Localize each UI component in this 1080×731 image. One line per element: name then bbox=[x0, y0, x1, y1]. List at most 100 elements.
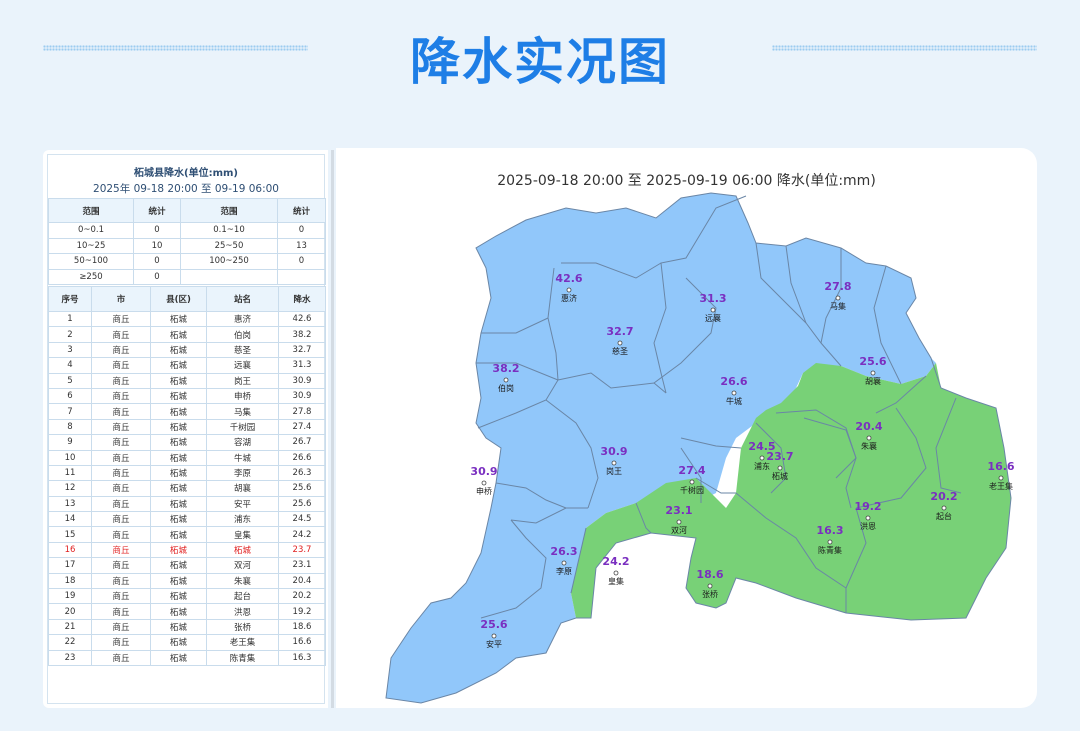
table-cell: 柘城 bbox=[150, 434, 207, 451]
station-dot bbox=[491, 633, 497, 639]
station-value: 30.9 bbox=[600, 445, 627, 458]
table-cell: 容湖 bbox=[206, 434, 279, 451]
table-row: 4 商丘 柘城 远襄 31.3 bbox=[48, 357, 326, 374]
station-marker: 24.2 皇集 bbox=[602, 555, 629, 586]
stats-row: 50~100 0 100~250 0 bbox=[48, 253, 326, 270]
table-row: 18 商丘 柘城 朱襄 20.4 bbox=[48, 572, 326, 590]
table-row: 16 商丘 柘城 柘城 23.7 bbox=[48, 541, 326, 559]
table-cell: 商丘 bbox=[91, 495, 151, 513]
station-value: 16.6 bbox=[987, 460, 1014, 473]
table-cell: 柘城 bbox=[150, 418, 207, 436]
stats-header-cell: 范围 bbox=[180, 198, 278, 223]
table-cell: 26.6 bbox=[278, 449, 326, 466]
table-cell: 商丘 bbox=[91, 372, 151, 389]
station-name: 安平 bbox=[486, 639, 502, 649]
station-dot bbox=[710, 307, 716, 313]
station-dot bbox=[865, 515, 871, 521]
table-cell: 商丘 bbox=[91, 541, 151, 559]
station-name: 皇集 bbox=[608, 576, 624, 586]
table-header-cell: 站名 bbox=[206, 286, 279, 312]
stats-header-cell: 统计 bbox=[277, 198, 326, 223]
station-rainfall-table: 序号市县(区) 站名 降水 1 商丘 柘城 惠济 42.6 2 商丘 柘城 伯岗 38.2 3 商丘 柘城慈… bbox=[48, 286, 326, 666]
stats-cell: 0 bbox=[133, 222, 181, 239]
stats-header-cell: 范围 bbox=[48, 198, 134, 223]
table-cell: 19 bbox=[48, 588, 92, 605]
station-dot bbox=[503, 377, 509, 383]
table-header-cell: 序号 bbox=[48, 286, 92, 312]
table-row: 1 商丘 柘城 惠济 42.6 bbox=[48, 310, 326, 328]
header-divider-right bbox=[772, 45, 1037, 51]
station-name: 千树园 bbox=[680, 485, 704, 495]
station-dot bbox=[866, 435, 872, 441]
table-cell: 30.9 bbox=[278, 387, 326, 405]
stats-cell: 10 bbox=[133, 237, 181, 254]
station-name: 申桥 bbox=[476, 486, 492, 496]
station-dot bbox=[941, 505, 947, 511]
stats-cell: 0 bbox=[133, 253, 181, 270]
station-name: 慈圣 bbox=[612, 346, 628, 356]
table-cell: 柘城 bbox=[150, 403, 207, 420]
table-cell: 30.9 bbox=[278, 372, 326, 389]
table-cell: 3 bbox=[48, 341, 92, 359]
station-name: 陈青集 bbox=[818, 545, 842, 555]
station-value: 27.8 bbox=[824, 280, 851, 293]
station-name: 惠济 bbox=[561, 293, 577, 303]
table-cell: 19.2 bbox=[278, 603, 326, 620]
table-row: 15 商丘 柘城 皇集 24.2 bbox=[48, 526, 326, 543]
station-value: 26.3 bbox=[550, 545, 577, 558]
table-cell: 14 bbox=[48, 511, 92, 528]
table-cell: 商丘 bbox=[91, 634, 151, 651]
table-cell: 17 bbox=[48, 557, 92, 574]
table-row: 13 商丘 柘城 安平 25.6 bbox=[48, 495, 326, 513]
stats-row: 10~25 10 25~50 13 bbox=[48, 237, 326, 254]
table-cell: 柘城 bbox=[150, 480, 207, 497]
table-cell: 13 bbox=[48, 495, 92, 513]
table-cell: 2 bbox=[48, 326, 92, 343]
table-cell: 38.2 bbox=[278, 326, 326, 343]
table-cell: 柘城 bbox=[150, 511, 207, 528]
table-cell: 远襄 bbox=[206, 357, 279, 374]
table-cell: 9 bbox=[48, 434, 92, 451]
table-cell: 朱襄 bbox=[206, 572, 279, 590]
stats-cell: 0 bbox=[133, 268, 181, 285]
stats-cell: ≥250 bbox=[48, 268, 134, 285]
table-cell: 柘城 bbox=[150, 526, 207, 543]
table-cell: 柘城 bbox=[150, 541, 207, 559]
table-cell: 1 bbox=[48, 310, 92, 328]
station-dot bbox=[998, 475, 1004, 481]
table-cell: 申桥 bbox=[206, 387, 279, 405]
station-name: 起台 bbox=[936, 511, 952, 521]
table-cell: 20.2 bbox=[278, 588, 326, 605]
precipitation-map-panel: 2025-09-18 20:00 至 2025-09-19 06:00 降水(单… bbox=[336, 148, 1037, 708]
stats-cell: 0 bbox=[277, 253, 326, 270]
stats-cell: 50~100 bbox=[48, 253, 134, 270]
station-name: 胡襄 bbox=[865, 376, 881, 386]
station-name: 洪恩 bbox=[860, 521, 876, 531]
table-cell: 胡襄 bbox=[206, 480, 279, 497]
station-dot bbox=[731, 390, 737, 396]
station-dot bbox=[676, 519, 682, 525]
station-value: 27.4 bbox=[678, 464, 705, 477]
panel-title: 柘城县降水(单位:mm) bbox=[134, 168, 238, 179]
stats-cell: 13 bbox=[277, 237, 326, 254]
table-cell: 商丘 bbox=[91, 572, 151, 590]
station-name: 张桥 bbox=[702, 589, 718, 599]
table-cell: 商丘 bbox=[91, 449, 151, 466]
station-dot bbox=[617, 340, 623, 346]
table-cell: 26.3 bbox=[278, 464, 326, 482]
table-cell: 洪恩 bbox=[206, 603, 279, 620]
stats-row: ≥250 0 bbox=[48, 268, 326, 285]
table-cell: 岗王 bbox=[206, 372, 279, 389]
rainfall-table-panel: 柘城县降水(单位:mm) 2025年 09-18 20:00 至 09-19 0… bbox=[43, 150, 328, 708]
table-cell: 李原 bbox=[206, 464, 279, 482]
table-cell: 10 bbox=[48, 449, 92, 466]
station-value: 32.7 bbox=[606, 325, 633, 338]
table-cell: 22 bbox=[48, 634, 92, 651]
stats-cell: 0 bbox=[277, 222, 326, 239]
table-cell: 商丘 bbox=[91, 387, 151, 405]
table-cell: 柘城 bbox=[150, 310, 207, 328]
page-title: 降水实况图 bbox=[410, 33, 670, 91]
table-row: 14 商丘 柘城 浦东 24.5 bbox=[48, 511, 326, 528]
station-name: 伯岗 bbox=[498, 383, 514, 393]
table-cell: 商丘 bbox=[91, 357, 151, 374]
